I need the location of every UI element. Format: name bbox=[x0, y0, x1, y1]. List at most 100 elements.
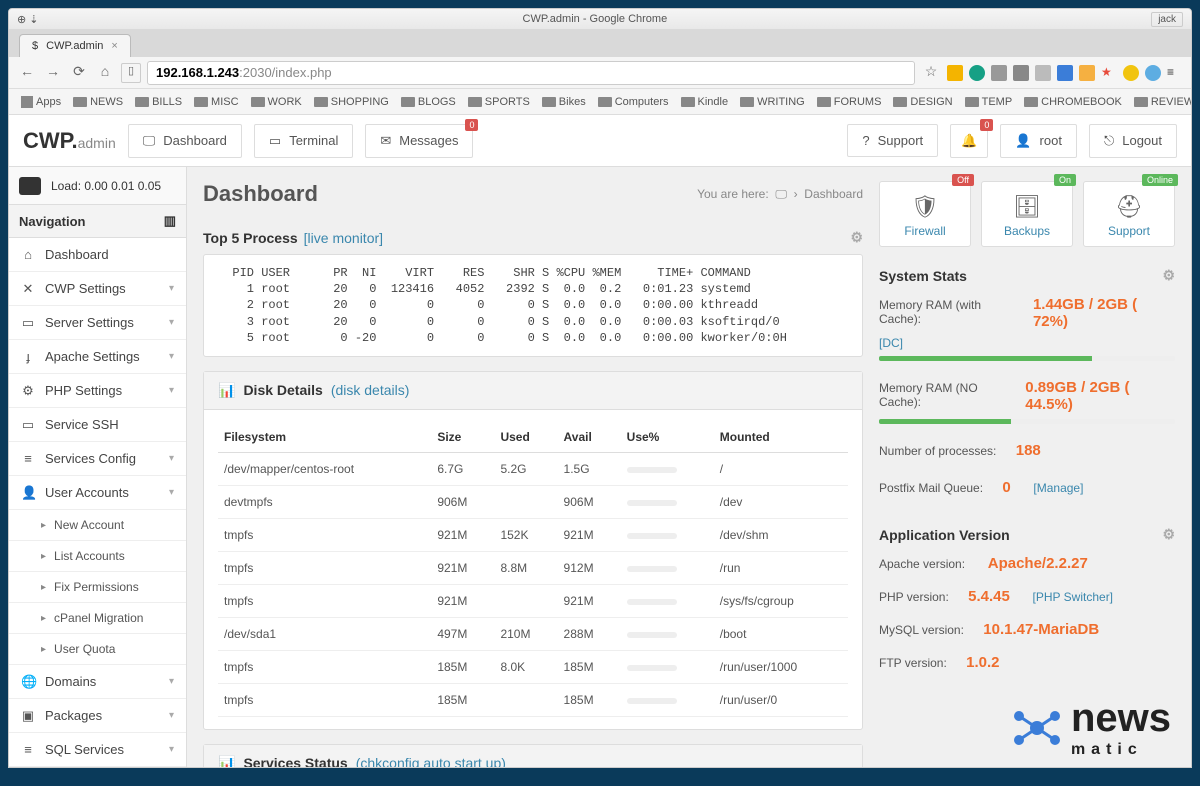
process-list: PID USER PR NI VIRT RES SHR S %CPU %MEM … bbox=[203, 254, 863, 357]
close-icon[interactable]: × bbox=[111, 40, 117, 52]
sidebar-item[interactable]: ⌂Dashboard bbox=[9, 238, 186, 272]
forward-button[interactable]: → bbox=[43, 63, 63, 83]
bookmark-item[interactable]: SHOPPING bbox=[310, 94, 393, 110]
sidebar-item[interactable]: ▭Server Settings▾ bbox=[9, 306, 186, 340]
gear-icon[interactable]: ⚙ bbox=[1162, 526, 1175, 543]
ext-icon[interactable] bbox=[1145, 65, 1161, 81]
bookmark-item[interactable]: TEMP bbox=[961, 94, 1017, 110]
table-row: /dev/mapper/centos-root6.7G5.2G1.5G/ bbox=[218, 452, 848, 485]
terminal-icon: ▭ bbox=[269, 133, 281, 149]
info-icon[interactable]: ▯ bbox=[121, 63, 141, 83]
breadcrumb-link[interactable]: Dashboard bbox=[804, 187, 863, 201]
sidebar-subitem[interactable]: List Accounts bbox=[9, 541, 186, 572]
bookmark-item[interactable]: BILLS bbox=[131, 94, 186, 110]
live-monitor-link[interactable]: [live monitor] bbox=[304, 230, 383, 246]
status-card[interactable]: On🗄Backups bbox=[981, 181, 1073, 247]
sidebar-item[interactable]: ɟApache Settings▾ bbox=[9, 340, 186, 374]
php-switcher-link[interactable]: [PHP Switcher] bbox=[1033, 590, 1113, 604]
table-row: /dev/sda1497M210M288M/boot bbox=[218, 617, 848, 650]
sidebar-item[interactable]: ▭Service SSH bbox=[9, 408, 186, 442]
sidebar-subitem[interactable]: User Quota bbox=[9, 634, 186, 665]
bookmark-item[interactable]: Computers bbox=[594, 94, 673, 110]
ext-icon[interactable] bbox=[969, 65, 985, 81]
sidebar-item[interactable]: ▣Packages▾ bbox=[9, 699, 186, 733]
collapse-icon[interactable]: ▥ bbox=[164, 213, 176, 229]
nav-icon: ≡ bbox=[21, 743, 35, 757]
bookmark-item[interactable]: Kindle bbox=[677, 94, 733, 110]
nav-icon: ▣ bbox=[21, 709, 35, 723]
bookmark-item[interactable]: MISC bbox=[190, 94, 243, 110]
bell-icon: 🔔 bbox=[961, 133, 977, 149]
ram-nocache-bar bbox=[879, 419, 1175, 424]
terminal-button[interactable]: ▭Terminal bbox=[254, 124, 353, 158]
bookmark-item[interactable]: Bikes bbox=[538, 94, 590, 110]
bookmark-item[interactable]: DESIGN bbox=[889, 94, 956, 110]
messages-button[interactable]: ✉Messages0 bbox=[365, 124, 473, 158]
sidebar-item[interactable]: ≡SQL Services▾ bbox=[9, 733, 186, 767]
bookmark-item[interactable]: NEWS bbox=[69, 94, 127, 110]
sidebar-subitem[interactable]: New Account bbox=[9, 510, 186, 541]
ext-icon[interactable] bbox=[1057, 65, 1073, 81]
card-icon: 🛡 bbox=[884, 194, 966, 220]
user-button[interactable]: 👤root bbox=[1000, 124, 1077, 158]
ext-icon[interactable] bbox=[1013, 65, 1029, 81]
menu-icon[interactable]: ≡ bbox=[1167, 65, 1183, 81]
disk-details-link[interactable]: (disk details) bbox=[331, 382, 410, 398]
manage-queue-link[interactable]: [Manage] bbox=[1033, 481, 1083, 495]
ext-icon[interactable] bbox=[1035, 65, 1051, 81]
sidebar-item[interactable]: ≡Services Config▾ bbox=[9, 442, 186, 476]
sidebar-item[interactable]: ⚙PHP Settings▾ bbox=[9, 374, 186, 408]
bookmark-item[interactable]: BLOGS bbox=[397, 94, 460, 110]
chart-icon: 📊 bbox=[218, 382, 235, 399]
table-row: tmpfs921M152K921M/dev/shm bbox=[218, 518, 848, 551]
page-title: Dashboard bbox=[203, 181, 318, 207]
status-card[interactable]: Off🛡Firewall bbox=[879, 181, 971, 247]
back-button[interactable]: ← bbox=[17, 63, 37, 83]
system-stats-title: System Stats ⚙ bbox=[879, 267, 1175, 284]
support-button[interactable]: ?Support bbox=[847, 124, 938, 157]
ext-icon[interactable]: ★ bbox=[1101, 65, 1117, 81]
topnav: CWP.admin 🖵Dashboard ▭Terminal ✉Messages… bbox=[9, 115, 1191, 167]
nav-icon: ✕ bbox=[21, 282, 35, 296]
browser-tab[interactable]: $ CWP.admin × bbox=[19, 34, 131, 57]
bookmark-item[interactable]: CHROMEBOOK bbox=[1020, 94, 1126, 110]
bookmark-item[interactable]: WORK bbox=[247, 94, 306, 110]
right-column: Off🛡FirewallOn🗄BackupsOnline⛑Support Sys… bbox=[879, 167, 1191, 768]
sidebar-item[interactable]: 👤User Accounts▾ bbox=[9, 476, 186, 510]
sidebar-item[interactable]: ✕CWP Settings▾ bbox=[9, 272, 186, 306]
bookmark-item[interactable]: WRITING bbox=[736, 94, 809, 110]
table-row: tmpfs921M921M/sys/fs/cgroup bbox=[218, 584, 848, 617]
status-card[interactable]: Online⛑Support bbox=[1083, 181, 1175, 247]
gear-icon[interactable]: ⚙ bbox=[1162, 267, 1175, 284]
ext-icon[interactable] bbox=[1123, 65, 1139, 81]
notifications-button[interactable]: 🔔0 bbox=[950, 124, 988, 158]
logout-button[interactable]: ⎋Logout bbox=[1089, 124, 1177, 158]
process-title: Top 5 Process [live monitor] ⚙ bbox=[203, 229, 863, 246]
disk-panel: 📊 Disk Details (disk details) Filesystem… bbox=[203, 371, 863, 730]
star-icon[interactable]: ☆ bbox=[921, 63, 941, 83]
sidebar-item[interactable]: ✉Email▾ bbox=[9, 767, 186, 768]
chart-icon: 📊 bbox=[218, 755, 235, 768]
sidebar-item[interactable]: 🌐Domains▾ bbox=[9, 665, 186, 699]
bookmark-item[interactable]: REVIEWERS bbox=[1130, 94, 1192, 110]
ext-icon[interactable] bbox=[991, 65, 1007, 81]
dc-link[interactable]: [DC] bbox=[879, 336, 903, 350]
reload-button[interactable]: ⟳ bbox=[69, 63, 89, 83]
sidebar-subitem[interactable]: Fix Permissions bbox=[9, 572, 186, 603]
bookmark-item[interactable]: FORUMS bbox=[813, 94, 886, 110]
sidebar-subitem[interactable]: cPanel Migration bbox=[9, 603, 186, 634]
bookmark-item[interactable]: SPORTS bbox=[464, 94, 534, 110]
logout-icon: ⎋ bbox=[1104, 133, 1114, 149]
ext-icon[interactable] bbox=[947, 65, 963, 81]
url-input[interactable]: 192.168.1.243:2030/index.php bbox=[147, 61, 915, 85]
breadcrumb: You are here: 🖵 › Dashboard bbox=[697, 187, 863, 202]
bookmark-item[interactable]: Apps bbox=[17, 94, 65, 110]
chkconfig-link[interactable]: (chkconfig auto start up) bbox=[356, 755, 506, 768]
gear-icon[interactable]: ⚙ bbox=[850, 229, 863, 246]
home-button[interactable]: ⌂ bbox=[95, 63, 115, 83]
brand: CWP.admin bbox=[23, 128, 116, 154]
ext-icon[interactable] bbox=[1079, 65, 1095, 81]
bookmarks-bar: AppsNEWSBILLSMISCWORKSHOPPINGBLOGSSPORTS… bbox=[9, 89, 1191, 115]
dashboard-button[interactable]: 🖵Dashboard bbox=[128, 124, 242, 158]
sidebar: Load: 0.00 0.01 0.05 Navigation ▥ ⌂Dashb… bbox=[9, 167, 187, 768]
